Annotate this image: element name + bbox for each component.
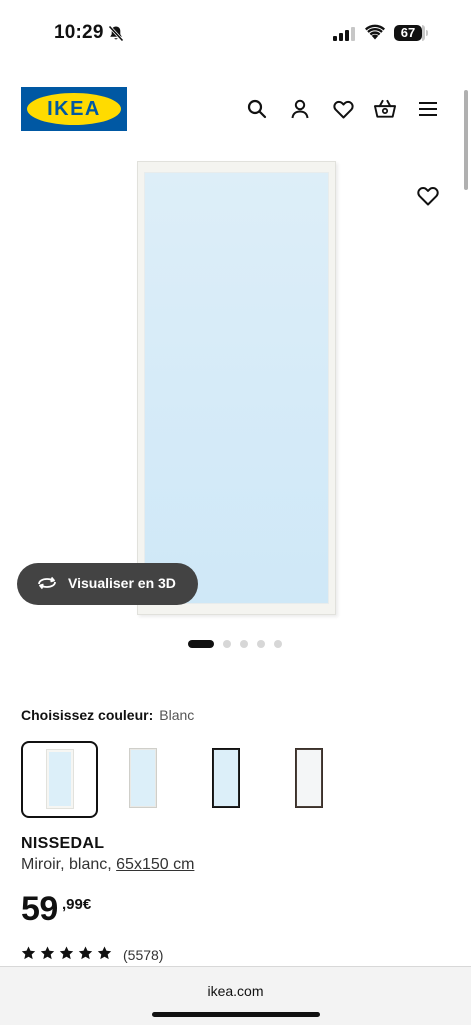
product-type: Miroir, blanc,: [21, 856, 117, 873]
carousel-dot[interactable]: [223, 640, 231, 648]
battery-level: 67: [394, 25, 422, 41]
menu-icon[interactable]: [417, 98, 439, 120]
choose-color-label: Choisissez couleur:: [21, 707, 154, 723]
product-price: 59 ,99€: [21, 890, 91, 929]
price-decimal: ,99€: [62, 896, 92, 913]
product-description: Miroir, blanc, 65x150 cm: [21, 856, 194, 874]
bell-muted-icon: [108, 25, 124, 47]
rating-count: (5578): [123, 947, 164, 963]
rotate-3d-icon: [36, 575, 58, 596]
carousel-dot[interactable]: [240, 640, 248, 648]
color-swatch-white-selected[interactable]: [21, 741, 98, 818]
view-in-3d-label: Visualiser en 3D: [68, 575, 176, 591]
carousel-dot[interactable]: [257, 640, 265, 648]
site-header: IKEA: [0, 86, 471, 132]
status-bar: 10:29 67: [0, 0, 471, 66]
product-image[interactable]: [0, 150, 471, 630]
add-to-favorites-icon[interactable]: [417, 186, 439, 206]
ikea-logo[interactable]: IKEA: [21, 87, 127, 131]
carousel-dot[interactable]: [188, 640, 214, 648]
color-swatch-white-thin[interactable]: [106, 741, 179, 814]
view-in-3d-button[interactable]: Visualiser en 3D: [17, 563, 198, 605]
home-indicator[interactable]: [152, 1012, 320, 1017]
product-name: NISSEDAL: [21, 835, 105, 852]
color-swatch-dark-brown[interactable]: [272, 741, 345, 814]
star-icon: [97, 946, 112, 965]
size-link[interactable]: 65x150 cm: [116, 856, 194, 873]
carousel-dot[interactable]: [274, 640, 282, 648]
user-icon[interactable]: [289, 98, 311, 120]
color-picker-label: Choisissez couleur: Blanc: [21, 707, 194, 723]
browser-url[interactable]: ikea.com: [0, 983, 471, 999]
star-icon: [59, 946, 74, 965]
selected-color: Blanc: [159, 707, 195, 723]
cart-icon[interactable]: [374, 98, 396, 120]
logo-text: IKEA: [47, 98, 101, 120]
star-icon: [21, 946, 36, 965]
price-integer: 59: [21, 890, 58, 928]
browser-address-bar[interactable]: ikea.com: [0, 966, 471, 1025]
search-icon[interactable]: [246, 98, 268, 120]
status-time: 10:29: [54, 22, 104, 43]
star-icon: [40, 946, 55, 965]
signal-icon: [333, 27, 355, 46]
mirror-image: [137, 161, 336, 615]
heart-icon[interactable]: [332, 98, 354, 120]
color-swatch-black[interactable]: [189, 741, 262, 814]
wifi-icon: [365, 24, 385, 45]
star-icon: [78, 946, 93, 965]
